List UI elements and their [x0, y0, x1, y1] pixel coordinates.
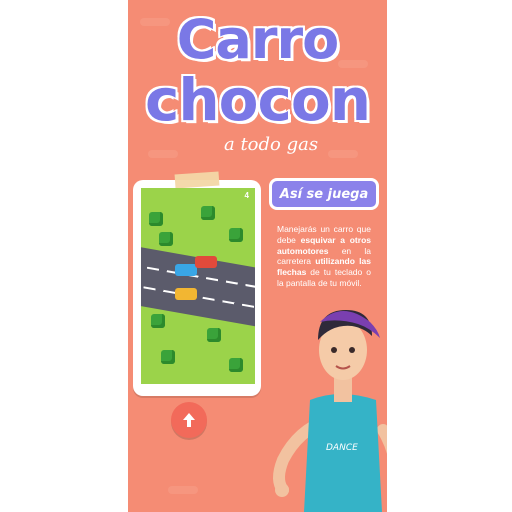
up-arrow-button[interactable]: [171, 402, 207, 438]
car-icon: [195, 256, 217, 268]
tree-icon: [229, 358, 243, 372]
page: Carro chocon a todo gas 4 Así se juega M…: [0, 0, 512, 512]
shirt-text: DANCE: [326, 443, 358, 453]
arrow-up-icon: [183, 413, 195, 427]
tree-icon: [151, 314, 165, 328]
tree-icon: [161, 350, 175, 364]
tree-icon: [201, 206, 215, 220]
tree-icon: [159, 232, 173, 246]
level-counter: 4: [244, 191, 249, 200]
bg-streak: [328, 150, 358, 158]
car-icon: [175, 264, 197, 276]
how-to-play-button[interactable]: Así se juega: [269, 178, 379, 210]
player-car-icon: [175, 288, 197, 300]
character-illustration: DANCE: [273, 310, 387, 512]
tree-icon: [229, 228, 243, 242]
tree-icon: [149, 212, 163, 226]
title-line-1: Carro: [176, 7, 340, 72]
tagline: a todo gas: [224, 134, 319, 155]
bg-streak: [148, 150, 178, 158]
title-line-2: chocon: [144, 65, 372, 135]
instructions-text: Manejarás un carro que debe esquivar a o…: [277, 224, 371, 289]
game-intro-panel: Carro chocon a todo gas 4 Así se juega M…: [128, 0, 387, 512]
game-preview-screen: 4: [141, 188, 255, 384]
tree-icon: [207, 328, 221, 342]
bg-streak: [168, 486, 198, 494]
